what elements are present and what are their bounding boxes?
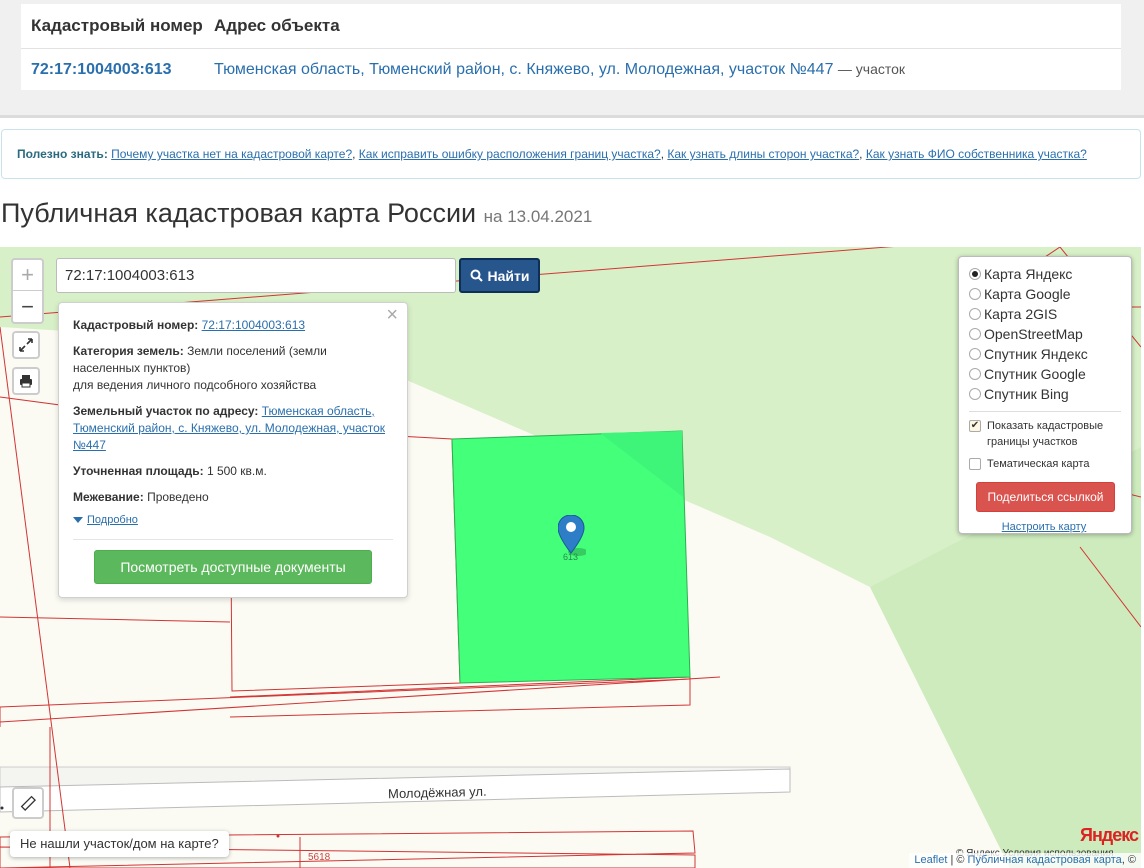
layer-option-bing-sat[interactable]: Спутник Bing: [969, 384, 1131, 404]
layer-label: Карта Google: [984, 286, 1071, 302]
view-documents-button[interactable]: Посмотреть доступные документы: [94, 550, 372, 584]
layers-divider: [969, 411, 1121, 412]
parcel-info-popup: × Кадастровый номер: 72:17:1004003:613 К…: [58, 302, 408, 598]
configure-map-link[interactable]: Настроить карту: [969, 521, 1119, 533]
popup-category: Категория земель: Земли поселений (земли…: [73, 343, 393, 394]
find-button-label: Найти: [487, 267, 530, 284]
page-title: Публичная кадастровая карта России на 13…: [1, 198, 592, 229]
layers-panel: Карта Яндекс Карта Google Карта 2GIS Ope…: [958, 256, 1132, 534]
results-header: Кадастровый номер Адрес объекта: [21, 4, 1121, 49]
find-button[interactable]: Найти: [459, 258, 540, 293]
fullscreen-button[interactable]: [12, 331, 40, 359]
popup-area: Уточненная площадь: 1 500 кв.м.: [73, 463, 393, 480]
measure-button[interactable]: [12, 787, 44, 819]
layer-label: OpenStreetMap: [984, 326, 1083, 342]
table-row[interactable]: 72:17:1004003:613 Тюменская область, Тюм…: [21, 49, 1121, 90]
checkmark-icon[interactable]: ✔: [969, 420, 981, 432]
printer-icon: [20, 375, 32, 388]
map-canvas[interactable]: 613 + − Найти × Кадастровый номер: 72:17…: [0, 247, 1141, 868]
map-pin-icon: [557, 514, 588, 556]
faq-link-fix-border[interactable]: Как исправить ошибку расположения границ…: [359, 147, 661, 161]
close-icon[interactable]: ×: [386, 305, 398, 325]
print-button[interactable]: [12, 367, 40, 395]
show-borders-checkbox[interactable]: ✔ Показать кадастровые границы участков: [969, 418, 1131, 450]
radio-icon[interactable]: [969, 368, 981, 380]
search-results: Кадастровый номер Адрес объекта 72:17:10…: [0, 0, 1144, 118]
radio-icon[interactable]: [969, 348, 981, 360]
popup-divider: [73, 539, 393, 540]
layer-label: Карта 2GIS: [984, 306, 1058, 322]
zoom-out-button[interactable]: −: [13, 291, 42, 322]
address-cell: Тюменская область, Тюменский район, с. К…: [214, 61, 905, 79]
popup-address-label: Земельный участок по адресу:: [73, 404, 259, 418]
useful-label: Полезно знать:: [17, 147, 108, 161]
page-title-text: Публичная кадастровая карта России: [1, 198, 477, 228]
radio-icon[interactable]: [969, 268, 981, 280]
useful-links-bar: Полезно знать: Почему участка нет на кад…: [1, 129, 1141, 179]
checkbox-icon[interactable]: [969, 458, 981, 470]
map-attribution: Leaflet | © Публичная кадастровая карта,…: [909, 853, 1141, 868]
layer-option-google-sat[interactable]: Спутник Google: [969, 364, 1131, 384]
faq-link-side-lengths[interactable]: Как узнать длины сторон участка?: [667, 147, 859, 161]
zoom-in-button[interactable]: +: [13, 260, 42, 291]
attrib-tail: , ©: [1121, 854, 1136, 866]
popup-survey-label: Межевание:: [73, 490, 144, 504]
layer-option-osm[interactable]: OpenStreetMap: [969, 324, 1131, 344]
fullscreen-icon: [19, 338, 33, 352]
popup-cadastral-link[interactable]: 72:17:1004003:613: [202, 318, 305, 332]
layer-option-google-map[interactable]: Карта Google: [969, 284, 1131, 304]
layer-option-yandex-sat[interactable]: Спутник Яндекс: [969, 344, 1131, 364]
popup-address: Земельный участок по адресу: Тюменская о…: [73, 403, 393, 454]
zoom-control: + −: [11, 258, 44, 324]
share-link-button[interactable]: Поделиться ссылкой: [976, 482, 1115, 512]
not-found-button[interactable]: Не нашли участок/дом на карте?: [10, 831, 229, 857]
popup-area-value: 1 500 кв.м.: [206, 464, 267, 478]
results-table: Кадастровый номер Адрес объекта 72:17:10…: [21, 4, 1121, 90]
faq-link-owner[interactable]: Как узнать ФИО собственника участка?: [866, 147, 1087, 161]
map-marker[interactable]: [557, 514, 588, 556]
layer-label: Спутник Google: [984, 366, 1086, 382]
pkk-link[interactable]: Публичная кадастровая карта: [968, 854, 1122, 866]
address-link[interactable]: Тюменская область, Тюменский район, с. К…: [214, 61, 833, 78]
popup-survey: Межевание: Проведено: [73, 489, 393, 506]
details-toggle[interactable]: Подробно: [73, 512, 393, 529]
radio-icon[interactable]: [969, 388, 981, 400]
yandex-logo: Яндекс: [1080, 825, 1139, 845]
leaflet-link[interactable]: Leaflet: [914, 854, 947, 866]
cadastral-number-link[interactable]: 72:17:1004003:613: [21, 61, 214, 79]
show-borders-label: Показать кадастровые границы участков: [987, 420, 1104, 448]
popup-cadastral: Кадастровый номер: 72:17:1004003:613: [73, 317, 393, 334]
col-cadastral-header: Кадастровый номер: [31, 16, 203, 35]
popup-category-label: Категория земель:: [73, 344, 184, 358]
street-label: Молодёжная ул.: [387, 783, 487, 802]
layer-label: Карта Яндекс: [984, 266, 1073, 282]
search-icon: [470, 269, 483, 282]
thematic-map-checkbox[interactable]: Тематическая карта: [969, 456, 1131, 472]
details-link[interactable]: Подробно: [87, 514, 138, 526]
parcel-label: 613: [563, 552, 579, 562]
caret-down-icon: [73, 517, 83, 524]
radio-icon[interactable]: [969, 288, 981, 300]
thematic-map-label: Тематическая карта: [987, 458, 1090, 470]
layer-label: Спутник Яндекс: [984, 346, 1088, 362]
popup-category-use: для ведения личного подсобного хозяйства: [73, 378, 317, 392]
layer-option-yandex-map[interactable]: Карта Яндекс: [969, 264, 1131, 284]
lot-number-label: 5618: [308, 852, 331, 863]
radio-icon[interactable]: [969, 308, 981, 320]
object-kind: — участок: [837, 60, 906, 77]
popup-cadastral-label: Кадастровый номер:: [73, 318, 199, 332]
radio-icon[interactable]: [969, 328, 981, 340]
layer-label: Спутник Bing: [984, 386, 1069, 402]
page-title-date: на 13.04.2021: [483, 207, 593, 226]
ruler-icon: [20, 795, 36, 811]
faq-link-missing[interactable]: Почему участка нет на кадастровой карте?: [111, 147, 352, 161]
popup-survey-value: Проведено: [147, 490, 209, 504]
layer-option-2gis[interactable]: Карта 2GIS: [969, 304, 1131, 324]
cadastral-search-input[interactable]: [56, 258, 456, 293]
col-address-header: Адрес объекта: [214, 16, 340, 35]
popup-area-label: Уточненная площадь:: [73, 464, 204, 478]
